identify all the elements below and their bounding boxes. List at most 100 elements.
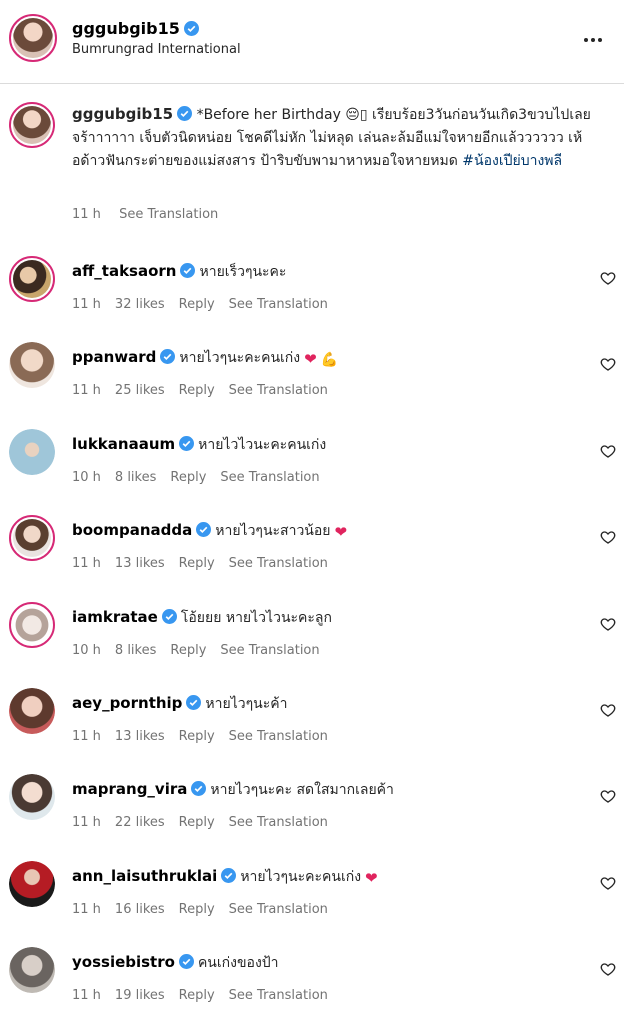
reply-button[interactable]: Reply <box>179 815 215 830</box>
avatar[interactable] <box>9 688 55 734</box>
likes-count[interactable]: 32 likes <box>115 297 165 312</box>
username-text[interactable]: gggubgib15 <box>72 19 180 38</box>
reply-button[interactable]: Reply <box>179 729 215 744</box>
caption-username[interactable]: gggubgib15 <box>72 105 173 123</box>
reply-button[interactable]: Reply <box>179 902 215 917</box>
see-translation-button[interactable]: See Translation <box>229 383 328 398</box>
comment-item: iamkratae โอ้ยยย หายไวไวนะคะลูก 10 h 8 like… <box>0 601 624 688</box>
avatar[interactable] <box>9 342 55 389</box>
comment-meta: 10 h 8 likes Reply See Translation <box>72 643 334 658</box>
timestamp: 11 h <box>72 556 101 572</box>
timestamp: 11 h <box>72 297 101 312</box>
comment-text: หายไวๆนะคะ สดใสมากเลยค้า <box>210 782 394 799</box>
timestamp: 11 h <box>72 901 101 917</box>
reply-button[interactable]: Reply <box>170 643 206 658</box>
post-author-username[interactable]: gggubgib15 <box>72 19 199 38</box>
avatar[interactable] <box>9 515 55 562</box>
timestamp: 11 h <box>72 988 101 1004</box>
comment-text: หายเร็วๆนะคะ <box>199 264 287 280</box>
comment-item: ann_laisuthruklai หายไวๆนะคะคนเก่ง ❤ 11 h 16… <box>0 860 624 947</box>
reply-button[interactable]: Reply <box>179 297 215 312</box>
see-translation-button[interactable]: See Translation <box>220 643 319 658</box>
avatar[interactable] <box>9 102 55 148</box>
see-translation-button[interactable]: See Translation <box>229 902 328 917</box>
timestamp: 11 h <box>72 383 101 399</box>
see-translation-button[interactable]: See Translation <box>229 297 328 312</box>
comment-line: ppanward หายไวๆนะคะคนเก่ง ❤ 💪 <box>72 347 338 369</box>
see-translation-button[interactable]: See Translation <box>229 729 328 744</box>
avatar[interactable] <box>9 601 55 648</box>
comment-username[interactable]: maprang_vira <box>72 780 187 798</box>
see-translation-button[interactable]: See Translation <box>229 815 328 830</box>
comment-meta: 11 h 22 likes Reply See Translation <box>72 815 342 830</box>
comment-username[interactable]: boompanadda <box>72 521 192 539</box>
like-heart-icon[interactable] <box>600 270 616 286</box>
comment-item: aey_pornthip หายไวๆนะค้า 11 h 13 likes Reply… <box>0 688 624 774</box>
hashtag-link[interactable]: #น้องเปีย่บางพลี <box>462 153 562 169</box>
comment-text: หายไวๆนะสาวน้อย <box>215 523 331 540</box>
reply-button[interactable]: Reply <box>179 988 215 1003</box>
avatar[interactable] <box>9 256 55 302</box>
comment-text: หายไวๆนะคะคนเก่ง <box>240 868 362 885</box>
verified-icon <box>180 263 196 278</box>
see-translation-button[interactable]: See Translation <box>220 470 319 485</box>
comment-item: boompanadda หายไวๆนะสาวน้อย ❤ 11 h 13 likes R… <box>0 515 624 601</box>
reply-button[interactable]: Reply <box>179 383 215 398</box>
red-heart-emoji: ❤ <box>304 350 317 369</box>
comment-username[interactable]: iamkratae <box>72 608 158 626</box>
comment-item: aff_taksaorn หายเร็วๆนะคะ 11 h 32 likes Repl… <box>0 256 624 342</box>
comment-meta: 11 h 13 likes Reply See Translation <box>72 729 342 744</box>
comment-line: aff_taksaorn หายเร็วๆนะคะ <box>72 261 286 283</box>
comment-username[interactable]: aey_pornthip <box>72 694 182 712</box>
like-heart-icon[interactable] <box>600 788 616 804</box>
like-heart-icon[interactable] <box>600 961 616 977</box>
likes-count[interactable]: 22 likes <box>115 815 165 830</box>
comment-username[interactable]: aff_taksaorn <box>72 262 176 280</box>
verified-icon <box>221 867 237 883</box>
flexed-biceps-emoji: 💪 <box>320 352 339 369</box>
likes-count[interactable]: 13 likes <box>115 556 165 571</box>
see-translation-button[interactable]: See Translation <box>119 207 218 222</box>
like-heart-icon[interactable] <box>600 356 616 372</box>
timestamp: 11 h <box>72 207 101 222</box>
avatar[interactable] <box>9 860 55 907</box>
like-heart-icon[interactable] <box>600 443 616 459</box>
more-options-icon[interactable] <box>584 27 608 47</box>
comment-text: หายไวๆนะค้า <box>205 696 288 712</box>
verified-icon <box>160 349 176 365</box>
comment-text: หายไวๆนะคะคนเก่ง <box>179 350 301 367</box>
caption-text-block: gggubgib15 *Before her Birthday 😔▯ เรียบ… <box>72 103 607 173</box>
avatar[interactable] <box>9 774 55 821</box>
avatar[interactable] <box>9 947 55 994</box>
reply-button[interactable]: Reply <box>170 470 206 485</box>
comment-line: lukkanaaum หายไวไวนะคะคนเก่ง <box>72 434 326 456</box>
likes-count[interactable]: 19 likes <box>115 988 165 1003</box>
reply-button[interactable]: Reply <box>179 556 215 571</box>
comment-username[interactable]: ppanward <box>72 348 156 366</box>
likes-count[interactable]: 25 likes <box>115 383 165 398</box>
likes-count[interactable]: 13 likes <box>115 729 165 744</box>
comment-username[interactable]: yossiebistro <box>72 953 175 971</box>
comment-meta: 10 h 8 likes Reply See Translation <box>72 470 334 485</box>
like-heart-icon[interactable] <box>600 616 616 632</box>
timestamp: 10 h <box>72 469 101 485</box>
avatar[interactable] <box>9 428 55 475</box>
likes-count[interactable]: 8 likes <box>115 470 156 485</box>
like-heart-icon[interactable] <box>600 702 616 718</box>
verified-icon <box>196 522 212 538</box>
verified-icon <box>183 21 199 36</box>
comment-username[interactable]: ann_laisuthruklai <box>72 867 217 885</box>
see-translation-button[interactable]: See Translation <box>229 556 328 571</box>
likes-count[interactable]: 16 likes <box>115 902 165 917</box>
comment-text: คนเก่งของป้า <box>197 955 279 972</box>
post-location[interactable]: Bumrungrad International <box>72 42 241 57</box>
verified-icon <box>179 435 195 451</box>
likes-count[interactable]: 8 likes <box>115 643 156 658</box>
comment-item: maprang_vira หายไวๆนะคะ สดใสมากเลยค้า 11 h… <box>0 774 624 860</box>
like-heart-icon[interactable] <box>600 875 616 891</box>
avatar[interactable] <box>9 14 57 62</box>
see-translation-button[interactable]: See Translation <box>229 988 328 1003</box>
like-heart-icon[interactable] <box>600 529 616 545</box>
comment-username[interactable]: lukkanaaum <box>72 435 175 453</box>
comment-item: ppanward หายไวๆนะคะคนเก่ง ❤ 💪 11 h 25 likes Re… <box>0 342 624 428</box>
